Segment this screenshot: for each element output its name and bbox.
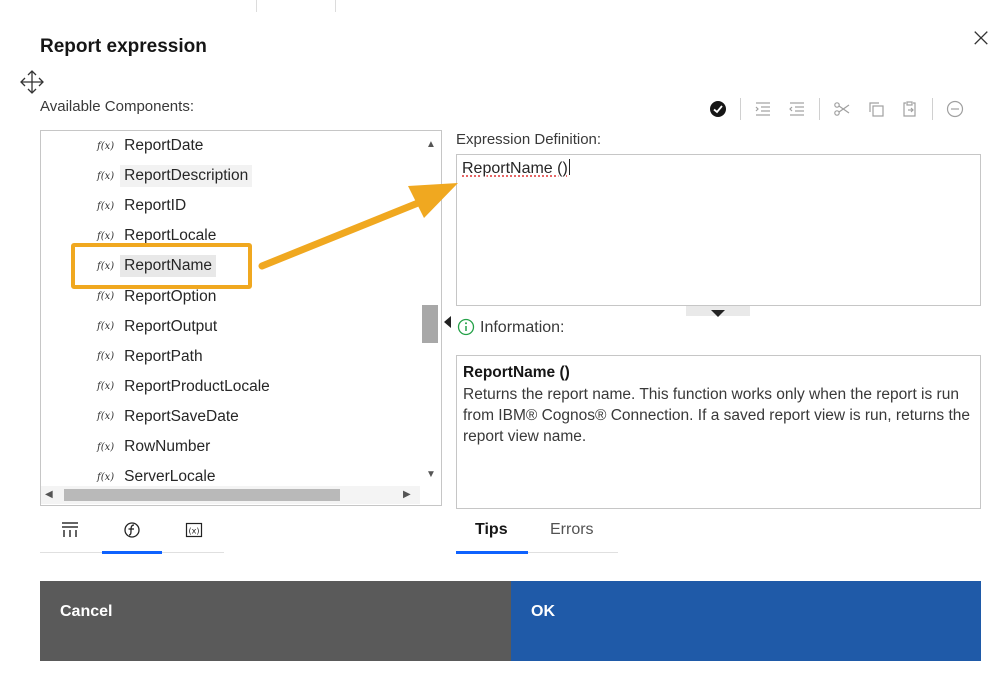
functions-tab[interactable] (122, 520, 142, 545)
tab-errors[interactable]: Errors (550, 521, 594, 539)
tab-tips[interactable]: Tips (475, 521, 508, 539)
cut-icon[interactable] (830, 97, 854, 121)
list-item-label: ReportDescription (120, 165, 253, 188)
expression-text: ReportName () (462, 160, 568, 177)
expression-definition-label: Expression Definition: (456, 131, 602, 148)
parameters-tab[interactable]: (x) (184, 520, 204, 545)
text-caret (568, 159, 570, 175)
active-tab-indicator (102, 551, 162, 554)
function-icon: f(x) (97, 230, 115, 242)
list-item-label: ReportOutput (124, 317, 218, 335)
function-icon: f(x) (97, 321, 115, 333)
vertical-scroll-thumb[interactable] (422, 305, 438, 343)
function-icon: f(x) (97, 140, 115, 152)
collapse-panel-icon[interactable] (444, 316, 451, 328)
list-item[interactable]: f(x) ReportDate (97, 134, 207, 158)
expression-editor[interactable]: ReportName () (456, 154, 981, 306)
function-icon: f(x) (97, 411, 115, 423)
scroll-right-icon[interactable]: ▶ (403, 489, 411, 500)
available-components-label: Available Components: (40, 98, 194, 115)
info-icon (457, 318, 475, 336)
information-body: Returns the report name. This function w… (463, 386, 971, 445)
information-panel: ReportName () Returns the report name. T… (456, 355, 981, 509)
list-item-label: ReportID (124, 197, 187, 215)
list-item[interactable]: f(x) ReportOutput (97, 315, 221, 339)
list-item[interactable]: f(x) ReportSaveDate (97, 405, 243, 429)
annotation-highlight-box (71, 243, 252, 289)
function-icon: f(x) (97, 170, 115, 182)
expand-down-icon[interactable] (711, 310, 725, 317)
scroll-up-icon[interactable]: ▲ (426, 139, 436, 150)
move-icon[interactable] (18, 68, 46, 96)
outdent-icon[interactable] (785, 97, 809, 121)
parameters-icon: (x) (185, 522, 203, 538)
toolbar-divider (819, 98, 820, 120)
information-title: ReportName () (463, 364, 570, 381)
svg-text:(x): (x) (189, 527, 200, 536)
list-item-label: ReportDate (124, 137, 204, 154)
list-item[interactable]: f(x) ReportID (97, 194, 190, 218)
function-icon: f(x) (97, 381, 115, 393)
list-item-label: ServerLocale (124, 468, 216, 486)
ok-button[interactable]: OK (511, 581, 981, 661)
report-expression-dialog: Report expression × Available Components… (0, 0, 1004, 684)
active-tab-indicator (456, 551, 528, 554)
available-components-list[interactable]: f(x) ReportDate f(x) ReportDescription f(x) R… (40, 130, 442, 506)
toolbar-divider (740, 98, 741, 120)
scroll-down-icon[interactable]: ▼ (426, 469, 436, 480)
expression-toolbar (706, 96, 977, 122)
indent-icon[interactable] (751, 97, 775, 121)
dialog-title: Report expression (40, 36, 207, 57)
list-item-label: RowNumber (124, 438, 211, 455)
function-icon: f(x) (97, 200, 115, 212)
toolbar-divider (932, 98, 933, 120)
copy-icon[interactable] (864, 97, 888, 121)
list-item[interactable]: f(x) ReportPath (97, 345, 207, 369)
information-label: Information: (480, 319, 565, 336)
list-item-label: ReportPath (124, 347, 203, 365)
list-item-label: ReportProductLocale (124, 377, 270, 395)
background-divider (256, 0, 257, 12)
function-icon: f(x) (97, 471, 115, 483)
validate-icon[interactable] (706, 97, 730, 121)
data-items-tab[interactable] (60, 520, 80, 545)
function-icon: f(x) (97, 441, 115, 453)
background-divider (335, 0, 336, 12)
data-items-icon (62, 522, 78, 537)
horizontal-scroll-thumb[interactable] (64, 489, 340, 501)
list-item[interactable]: f(x) ReportProductLocale (97, 375, 274, 399)
function-icon: f(x) (97, 291, 115, 302)
list-item[interactable]: f(x) RowNumber (97, 435, 214, 459)
scroll-left-icon[interactable]: ◀ (45, 489, 53, 500)
list-item-label: ReportSaveDate (124, 407, 239, 425)
cancel-button[interactable]: Cancel (40, 581, 511, 661)
functions-icon (124, 522, 140, 538)
function-icon: f(x) (97, 351, 115, 363)
close-button[interactable]: × (968, 25, 994, 52)
paste-icon[interactable] (898, 97, 922, 121)
list-item[interactable]: f(x) ReportDescription (97, 164, 253, 188)
remove-icon[interactable] (943, 97, 967, 121)
